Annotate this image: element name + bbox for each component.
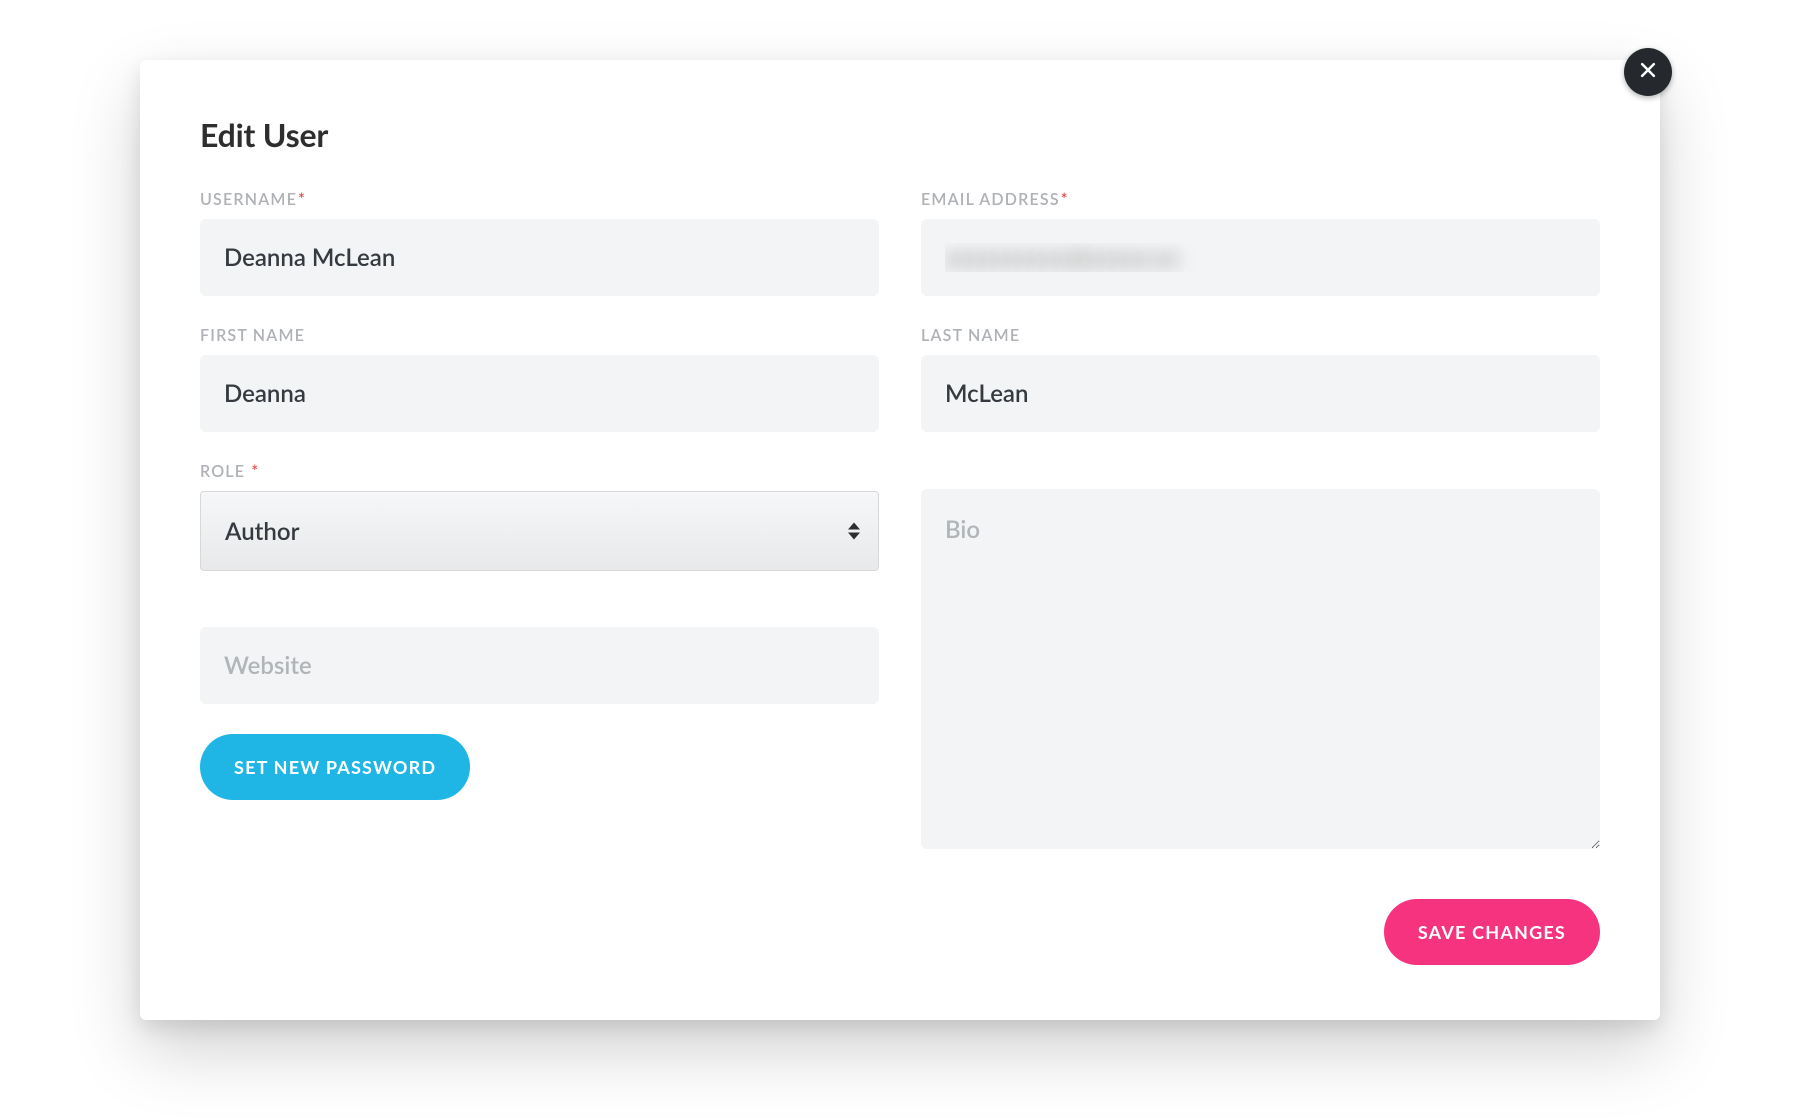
email-label: EMAIL ADDRESS* bbox=[921, 190, 1600, 209]
first-name-label: FIRST NAME bbox=[200, 326, 879, 345]
last-name-label: LAST NAME bbox=[921, 326, 1600, 345]
website-input[interactable] bbox=[200, 627, 879, 704]
role-field: ROLE * Author bbox=[200, 462, 879, 571]
username-field: USERNAME* bbox=[200, 190, 879, 296]
bio-field bbox=[921, 462, 1600, 849]
role-label: ROLE * bbox=[200, 462, 879, 481]
role-label-text: ROLE bbox=[200, 462, 245, 481]
email-label-text: EMAIL ADDRESS bbox=[921, 190, 1060, 209]
required-marker: * bbox=[1061, 190, 1069, 209]
first-name-field: FIRST NAME bbox=[200, 326, 879, 432]
last-name-field: LAST NAME bbox=[921, 326, 1600, 432]
modal-title: Edit User bbox=[200, 115, 1600, 154]
username-input[interactable] bbox=[200, 219, 879, 296]
role-select[interactable]: Author bbox=[201, 492, 878, 570]
first-name-input[interactable] bbox=[200, 355, 879, 432]
required-marker: * bbox=[298, 190, 306, 209]
role-select-wrap: Author bbox=[200, 491, 879, 571]
set-new-password-button[interactable]: SET NEW PASSWORD bbox=[200, 734, 470, 800]
modal-footer: SAVE CHANGES bbox=[200, 899, 1600, 965]
required-marker: * bbox=[251, 462, 259, 481]
left-column-bottom: ROLE * Author bbox=[200, 462, 879, 879]
save-changes-button[interactable]: SAVE CHANGES bbox=[1384, 899, 1600, 965]
bio-textarea[interactable] bbox=[921, 489, 1600, 849]
email-input[interactable] bbox=[921, 219, 1600, 296]
edit-user-modal: Edit User USERNAME* EMAIL ADDRESS* bbox=[140, 60, 1660, 1020]
close-icon bbox=[1638, 60, 1658, 84]
email-field: EMAIL ADDRESS* bbox=[921, 190, 1600, 296]
website-field bbox=[200, 627, 879, 704]
username-label-text: USERNAME bbox=[200, 190, 297, 209]
username-label: USERNAME* bbox=[200, 190, 879, 209]
last-name-input[interactable] bbox=[921, 355, 1600, 432]
close-button[interactable] bbox=[1624, 48, 1672, 96]
